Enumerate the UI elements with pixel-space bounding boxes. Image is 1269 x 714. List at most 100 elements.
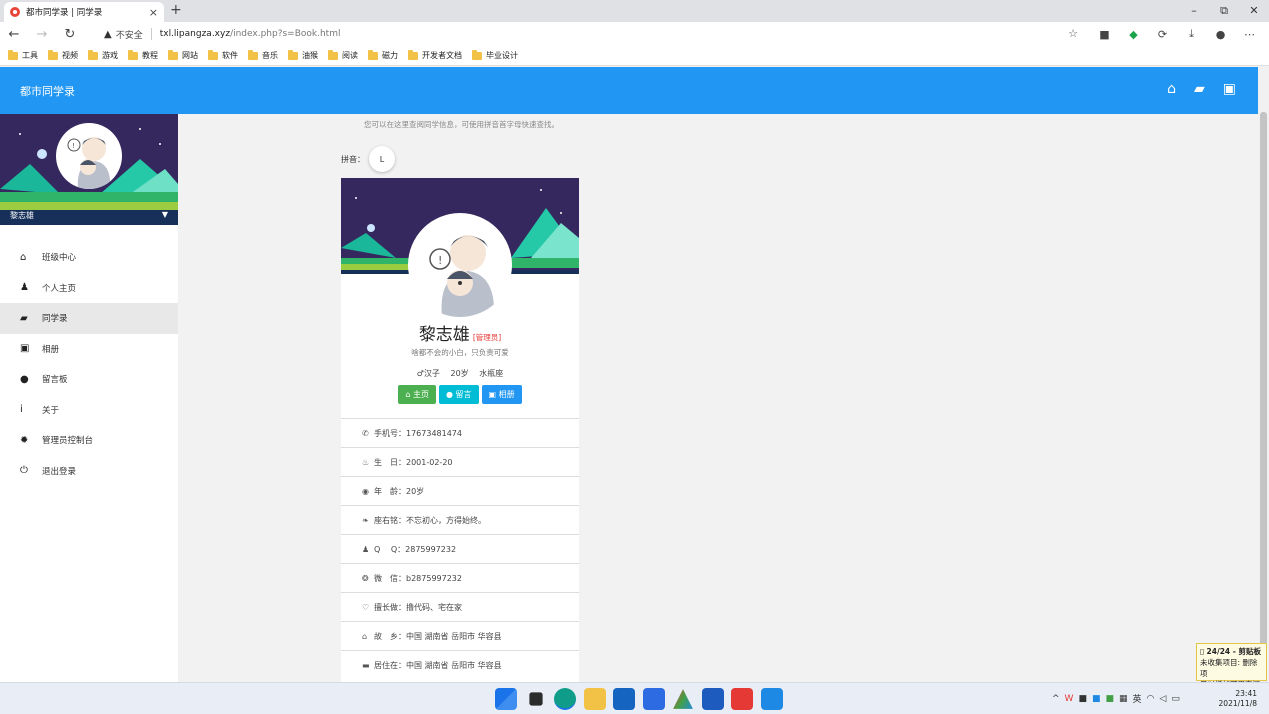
back-button[interactable]: ← <box>0 27 28 42</box>
wifi-icon[interactable]: ◠ <box>1147 694 1155 704</box>
info-row: ▬ 居住在： 中国 湖南省 岳阳市 华容县 <box>341 650 579 679</box>
pinyin-label: 拼音： <box>341 154 365 164</box>
sidebar-item[interactable]: ▰ 同学录 <box>0 303 178 334</box>
info-value: 不忘初心，方得始终。 <box>406 515 486 525</box>
sidebar-item[interactable]: ♟ 个人主页 <box>0 273 178 304</box>
extension-icons: ■ ◆ ⟳ ⤓ ● ⋯ <box>1090 22 1264 46</box>
new-tab-button[interactable]: + <box>170 2 182 18</box>
system-clock[interactable]: 23:41 2021/11/8 <box>1219 689 1257 709</box>
favorite-star-icon[interactable]: ☆ <box>1068 27 1078 40</box>
info-value: 中国 湖南省 岳阳市 华容县 <box>406 660 502 670</box>
folder-icon <box>288 49 298 60</box>
wechat-icon: ❂ <box>362 573 369 583</box>
sidebar-item[interactable]: ⏻ 退出登录 <box>0 456 178 487</box>
sidebar-item[interactable]: ▣ 相册 <box>0 334 178 365</box>
tray-app-icon[interactable]: ■ <box>1105 694 1114 704</box>
sidebar-item[interactable]: ✹ 管理员控制台 <box>0 425 178 456</box>
security-label[interactable]: 不安全 <box>116 28 143 41</box>
album-button[interactable]: ▣ 相册 <box>481 385 522 404</box>
reload-button[interactable]: ↻ <box>56 27 84 42</box>
url-text[interactable]: txl.lipangza.xyz/index.php?s=Book.html <box>160 29 341 39</box>
info-row: ◉ 年 龄： 20岁 <box>341 476 579 505</box>
warning-icon: ▲ <box>104 28 112 40</box>
message-button[interactable]: ● 留言 <box>438 385 479 404</box>
pinyin-letter-button[interactable]: L <box>369 146 395 172</box>
close-window-button[interactable]: ✕ <box>1239 0 1269 22</box>
clock-date: 2021/11/8 <box>1218 699 1257 708</box>
sidebar-avatar[interactable]: ! <box>56 123 122 189</box>
info-value: 2001-02-20 <box>406 457 453 467</box>
bookmark-folder[interactable]: 油猴 <box>288 49 318 61</box>
battery-icon[interactable]: ▭ <box>1171 694 1180 704</box>
more-menu-icon[interactable]: ⋯ <box>1235 28 1264 41</box>
start-button-icon[interactable] <box>495 688 517 710</box>
bookmark-folder[interactable]: 工具 <box>8 49 38 61</box>
word-icon[interactable] <box>701 688 724 710</box>
info-value: 2875997232 <box>405 544 457 554</box>
admin-badge: [管理员] <box>472 333 502 342</box>
address-bar[interactable]: ▲ 不安全 txl.lipangza.xyz/index.php?s=Book.… <box>96 24 1086 44</box>
info-label: 手机号： <box>374 428 406 438</box>
svg-text:!: ! <box>438 254 442 267</box>
app-brand[interactable]: 都市同学录 <box>20 83 75 99</box>
bookmark-folder[interactable]: 开发者文档 <box>408 49 462 61</box>
sidebar-item[interactable]: ⌂ 班级中心 <box>0 242 178 273</box>
profile-avatar-icon[interactable]: ● <box>1206 28 1235 41</box>
bookmark-folder[interactable]: 教程 <box>128 49 158 61</box>
info-label: Q Q： <box>374 544 406 554</box>
ime-indicator[interactable]: 英 <box>1133 692 1142 705</box>
restore-button[interactable]: ⧉ <box>1209 0 1239 22</box>
tray-app-icon[interactable]: ■ <box>1078 694 1087 704</box>
download-icon[interactable]: ⤓ <box>1177 27 1206 41</box>
volume-icon[interactable]: ◁ <box>1159 694 1166 704</box>
chevron-up-icon[interactable]: ^ <box>1052 694 1060 704</box>
file-explorer-icon[interactable] <box>583 688 606 710</box>
image-icon[interactable]: ▣ <box>1223 81 1236 97</box>
shield-icon[interactable]: ◆ <box>1119 28 1148 41</box>
page-scrollbar[interactable] <box>1258 67 1269 682</box>
tray-app-icon[interactable]: ▦ <box>1119 694 1128 704</box>
bookmark-folder[interactable]: 音乐 <box>248 49 278 61</box>
home-icon[interactable]: ⌂ <box>1167 81 1176 97</box>
sidebar-item[interactable]: i 关于 <box>0 395 178 426</box>
bookmark-folder[interactable]: 游戏 <box>88 49 118 61</box>
collections-icon[interactable]: ⟳ <box>1148 28 1177 41</box>
store-icon[interactable] <box>613 688 635 710</box>
bookmark-folder[interactable]: 阅读 <box>328 49 358 61</box>
app-triangle-icon[interactable] <box>673 689 693 709</box>
site-favicon-icon <box>10 7 20 17</box>
clipboard-popup[interactable]: ▯ 24/24 - 剪贴板 未收集项目: 删除项 目以增加可用空间 <box>1196 643 1267 689</box>
forward-button[interactable]: → <box>28 27 56 42</box>
task-view-icon[interactable] <box>528 692 543 706</box>
edge-browser-icon[interactable] <box>554 688 576 710</box>
card-avatar[interactable]: ! <box>408 213 512 317</box>
bookmark-folder[interactable]: 视频 <box>48 49 78 61</box>
sidebar-user-name[interactable]: 黎志雄 <box>10 210 34 221</box>
bookmark-folder[interactable]: 毕业设计 <box>472 49 518 61</box>
bookmark-folder[interactable]: 网站 <box>168 49 198 61</box>
minimize-button[interactable]: – <box>1179 0 1209 22</box>
home-icon: ⌂ <box>20 251 27 263</box>
homepage-button[interactable]: ⌂ 主页 <box>398 385 436 404</box>
folder-icon <box>48 49 58 60</box>
sidebar: ! 黎志雄 ▼ ⌂ 班级中心 ♟ 个人主页 ▰ 同学录 ▣ 相册 ● 留言板 i 关于 ✹ 管理员控制台 ⏻… <box>0 114 178 682</box>
tab-close-icon[interactable]: × <box>149 6 158 19</box>
classmate-motto: 啥都不会的小白，只负责可爱 <box>411 348 509 357</box>
extension-icon[interactable]: ■ <box>1090 28 1119 41</box>
bookmark-folder[interactable]: 磁力 <box>368 49 398 61</box>
tray-app-icon[interactable]: ■ <box>1092 694 1101 704</box>
power-icon: ⏻ <box>20 465 28 477</box>
chevron-down-icon[interactable]: ▼ <box>162 210 168 219</box>
app-folder-icon[interactable] <box>760 688 783 710</box>
info-label: 故 乡： <box>374 631 406 641</box>
wps-tray-icon[interactable]: W <box>1065 694 1074 704</box>
wps-icon[interactable] <box>731 688 753 710</box>
app-k-icon[interactable] <box>642 688 665 710</box>
taskbar: ^ W ■ ■ ■ ▦ 英 ◠ ◁ ▭ 23:41 2021/11/8 <box>0 682 1269 714</box>
info-label: 生 日： <box>374 457 406 467</box>
book-icon[interactable]: ▰ <box>1194 81 1205 97</box>
bookmark-folder[interactable]: 软件 <box>208 49 238 61</box>
browser-tab[interactable]: 都市同学录 | 同学录 × <box>4 2 164 22</box>
sidebar-item[interactable]: ● 留言板 <box>0 364 178 395</box>
info-value: 撸代码、宅在家 <box>406 602 462 612</box>
